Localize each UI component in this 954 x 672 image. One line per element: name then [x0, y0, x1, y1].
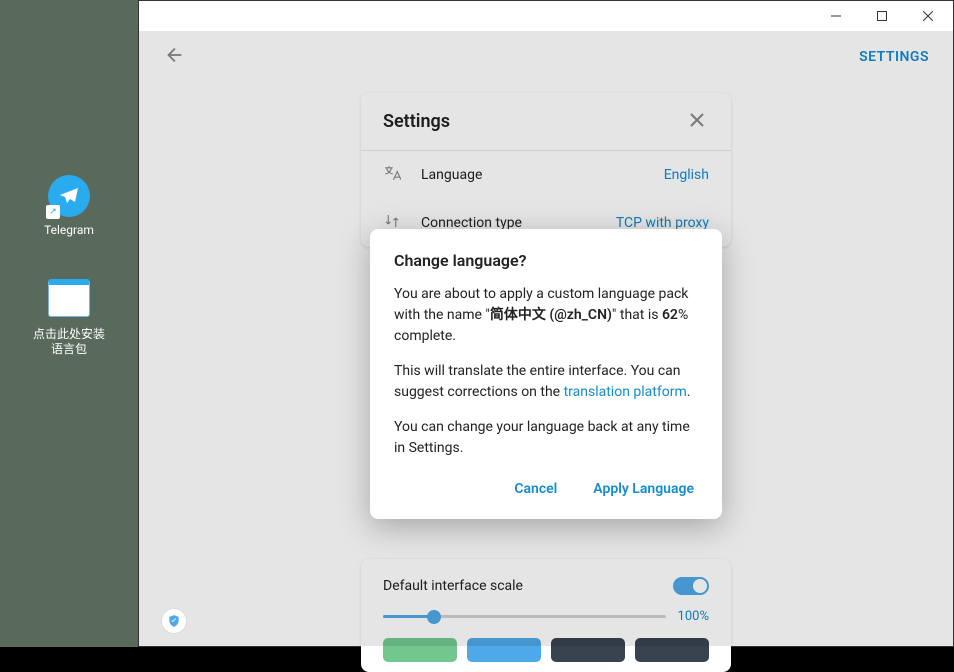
desktop-icon-label: 点击此处安装 语言包: [33, 327, 105, 358]
maximize-icon: [877, 11, 887, 21]
dialog-paragraph: You can change your language back at any…: [394, 417, 698, 459]
close-icon: [923, 11, 933, 21]
desktop-icon-langpack[interactable]: 点击此处安装 语言包: [33, 279, 105, 358]
desktop-icon-label: Telegram: [44, 223, 94, 239]
dialog-paragraph: You are about to apply a custom language…: [394, 284, 698, 347]
desktop-icon-telegram[interactable]: ↗ Telegram: [44, 175, 94, 239]
maximize-button[interactable]: [859, 1, 905, 31]
file-icon: [48, 279, 90, 321]
minimize-button[interactable]: [813, 1, 859, 31]
apply-language-button[interactable]: Apply Language: [589, 473, 698, 505]
desktop-background: ↗ Telegram 点击此处安装 语言包: [0, 0, 138, 647]
window-titlebar: [139, 1, 953, 31]
dialog-title: Change language?: [394, 251, 698, 270]
minimize-icon: [831, 11, 841, 21]
change-language-dialog: Change language? You are about to apply …: [370, 229, 722, 519]
shortcut-arrow-icon: ↗: [46, 205, 60, 219]
shield-check-icon: [167, 614, 181, 628]
verified-badge[interactable]: [161, 608, 187, 634]
dialog-actions: Cancel Apply Language: [394, 473, 698, 505]
app-content: SETTINGS Settings Language English: [139, 31, 953, 646]
telegram-app-icon: ↗: [48, 175, 90, 217]
dialog-paragraph: This will translate the entire interface…: [394, 361, 698, 403]
dialog-body: You are about to apply a custom language…: [394, 284, 698, 459]
close-button[interactable]: [905, 1, 951, 31]
translation-platform-link[interactable]: translation platform: [564, 384, 687, 400]
cancel-button[interactable]: Cancel: [510, 473, 561, 505]
app-window: SETTINGS Settings Language English: [138, 0, 954, 647]
